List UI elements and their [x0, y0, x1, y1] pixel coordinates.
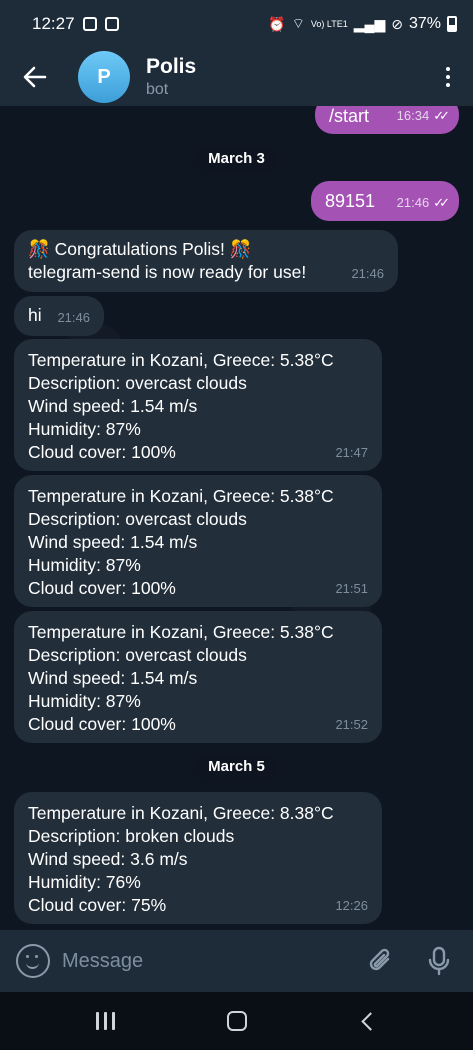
- date-separator: March 5: [196, 754, 277, 779]
- more-vertical-icon[interactable]: [423, 48, 473, 106]
- back-arrow-icon[interactable]: [0, 48, 70, 106]
- do-not-disturb-icon: ⊘: [391, 15, 403, 32]
- emoji-icon[interactable]: [16, 944, 50, 978]
- chat-subtitle: bot: [146, 81, 169, 98]
- app-notification-icon: [104, 17, 119, 31]
- avatar-letter: P: [97, 65, 111, 88]
- volte-label: Vo) LTE1: [310, 18, 348, 29]
- alarm-icon: ⏰: [268, 15, 286, 32]
- signal-icon: ▂▄▆: [353, 15, 386, 32]
- message-text: 🎊 Congratulations Polis! 🎊 telegram-send…: [28, 239, 307, 282]
- message-bubble[interactable]: Temperature in Kozani, Greece: 5.38°C De…: [14, 339, 382, 471]
- message-meta: 12:26: [335, 894, 368, 917]
- message-text: /start: [329, 106, 370, 126]
- home-icon[interactable]: [207, 1001, 267, 1041]
- message-bubble[interactable]: Temperature in Kozani, Greece: 5.38°C De…: [14, 611, 382, 743]
- message-time: 21:46: [57, 310, 90, 325]
- wifi-icon: ⌔: [291, 15, 305, 31]
- back-nav-icon[interactable]: [338, 1001, 398, 1041]
- message-text: Temperature in Kozani, Greece: 5.38°C De…: [28, 350, 334, 462]
- message-bubble[interactable]: 🎊 Congratulations Polis! 🎊 telegram-send…: [14, 230, 398, 292]
- message-text: hi: [28, 305, 42, 325]
- read-check-icon: ✓✓: [433, 195, 450, 210]
- microphone-icon[interactable]: [419, 941, 459, 981]
- chat-title-block[interactable]: Polis bot: [146, 55, 196, 99]
- message-time: 12:26: [335, 898, 368, 913]
- composer-bar: [0, 930, 473, 992]
- message-time: 21:46: [396, 195, 430, 210]
- paperclip-icon[interactable]: [361, 941, 401, 981]
- message-meta: 21:52: [335, 713, 368, 736]
- message-bubble[interactable]: 89151 21:46 ✓✓: [311, 181, 459, 221]
- message-meta: 16:34 ✓✓: [396, 106, 450, 127]
- recents-icon[interactable]: [76, 1001, 136, 1041]
- message-bubble[interactable]: /start 16:34 ✓✓: [315, 106, 459, 134]
- message-time: 21:46: [351, 266, 384, 281]
- message-meta: 21:51: [335, 577, 368, 600]
- message-meta: 21:47: [335, 441, 368, 464]
- message-text: Temperature in Kozani, Greece: 5.38°C De…: [28, 622, 334, 734]
- battery-icon: [447, 16, 457, 32]
- message-time: 16:34: [396, 108, 430, 123]
- chat-header: P Polis bot: [0, 48, 473, 106]
- message-bubble[interactable]: Temperature in Kozani, Greece: 8.38°C De…: [14, 792, 382, 924]
- message-bubble[interactable]: hi 21:46: [14, 296, 104, 336]
- message-meta: 21:46: [57, 306, 90, 329]
- message-text: 89151: [325, 191, 376, 211]
- battery-percent: 37%: [408, 15, 441, 32]
- system-nav-bar: [0, 992, 473, 1050]
- gallery-notification-icon: [82, 17, 97, 31]
- read-check-icon: ✓✓: [433, 108, 450, 123]
- message-time: 21:47: [335, 445, 368, 460]
- date-separator: March 3: [196, 146, 277, 171]
- message-list[interactable]: /start 16:34 ✓✓ March 3 89151 21:46 ✓✓ 🎊…: [0, 106, 473, 930]
- message-text: Temperature in Kozani, Greece: 5.38°C De…: [28, 486, 334, 598]
- message-bubble[interactable]: Temperature in Kozani, Greece: 5.38°C De…: [14, 475, 382, 607]
- avatar[interactable]: P: [78, 51, 130, 103]
- message-meta: 21:46: [351, 262, 384, 285]
- message-input[interactable]: [62, 949, 361, 973]
- message-meta: 21:46 ✓✓: [396, 191, 450, 214]
- message-time: 21:51: [335, 581, 368, 596]
- message-text: Temperature in Kozani, Greece: 8.38°C De…: [28, 803, 334, 915]
- status-time: 12:27: [32, 14, 75, 33]
- chat-title: Polis: [146, 55, 197, 78]
- message-time: 21:52: [335, 717, 368, 732]
- status-bar: 12:27 ⏰ ⌔ Vo) LTE1 ▂▄▆ ⊘ 37%: [0, 0, 473, 48]
